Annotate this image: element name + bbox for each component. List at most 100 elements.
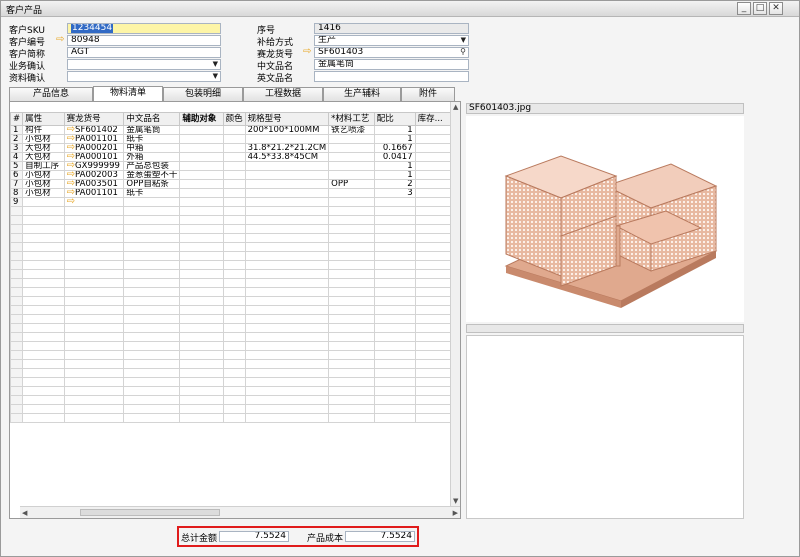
table-cell[interactable] <box>414 305 451 315</box>
table-cell[interactable] <box>63 386 125 396</box>
table-cell[interactable] <box>179 251 224 261</box>
table-cell[interactable] <box>414 179 451 189</box>
table-cell[interactable] <box>244 368 330 378</box>
table-cell[interactable]: 大包材 <box>22 143 65 153</box>
table-cell[interactable]: 3 <box>373 188 416 198</box>
table-cell[interactable]: ⇨PA002003 <box>63 170 125 180</box>
table-cell[interactable]: 1 <box>373 134 416 144</box>
table-cell[interactable] <box>22 224 65 234</box>
business-confirm-select[interactable]: ▼ <box>67 59 221 70</box>
table-cell[interactable] <box>63 395 125 405</box>
row-number-cell[interactable] <box>9 350 24 360</box>
table-cell[interactable]: 200*100*100MM <box>244 125 330 135</box>
table-cell[interactable] <box>222 368 246 378</box>
table-cell[interactable] <box>244 287 330 297</box>
table-cell[interactable]: 小包材 <box>22 170 65 180</box>
table-cell[interactable] <box>244 278 330 288</box>
row-number-cell[interactable] <box>9 224 24 234</box>
empty-row[interactable] <box>9 260 461 270</box>
column-header[interactable]: 辅助对象 <box>179 112 224 126</box>
table-cell[interactable] <box>328 278 375 288</box>
row-number-cell[interactable] <box>9 332 24 342</box>
image-scroll-bar[interactable] <box>466 324 744 333</box>
table-cell[interactable] <box>222 341 246 351</box>
column-header[interactable]: 配比 <box>373 112 416 126</box>
table-cell[interactable] <box>123 215 181 225</box>
table-cell[interactable] <box>123 323 181 333</box>
table-cell[interactable] <box>179 125 224 135</box>
table-cell[interactable] <box>373 332 416 342</box>
empty-row[interactable] <box>9 314 461 324</box>
table-cell[interactable] <box>244 269 330 279</box>
table-cell[interactable] <box>222 125 246 135</box>
table-cell[interactable] <box>179 296 224 306</box>
row-number-cell[interactable]: 7 <box>9 179 24 189</box>
maximize-button[interactable]: □ <box>753 2 767 15</box>
tab-packing[interactable]: 包装明细 <box>163 87 243 101</box>
table-row[interactable]: 6 小包材 ⇨PA002003 金葱蛋塑不干 1 <box>9 170 461 180</box>
table-cell[interactable] <box>373 296 416 306</box>
table-cell[interactable] <box>328 404 375 414</box>
table-cell[interactable] <box>373 395 416 405</box>
table-cell[interactable] <box>244 377 330 387</box>
table-cell[interactable] <box>373 251 416 261</box>
table-cell[interactable] <box>63 269 125 279</box>
empty-row[interactable] <box>9 215 461 225</box>
table-cell[interactable] <box>414 404 451 414</box>
scroll-left-icon[interactable]: ◀ <box>22 509 27 517</box>
table-cell[interactable] <box>22 287 65 297</box>
table-cell[interactable] <box>244 206 330 216</box>
row-number-cell[interactable] <box>9 341 24 351</box>
table-cell[interactable] <box>244 233 330 243</box>
table-cell[interactable] <box>328 368 375 378</box>
table-cell[interactable] <box>328 134 375 144</box>
table-cell[interactable] <box>373 350 416 360</box>
table-cell[interactable] <box>373 413 416 423</box>
empty-row[interactable] <box>9 323 461 333</box>
table-cell[interactable] <box>414 332 451 342</box>
table-row[interactable]: 1 构件 ⇨SF601402 金属笔筒 200*100*100MM 铁艺喷漆 1 <box>9 125 461 135</box>
table-cell[interactable]: ⇨GX999999 <box>63 161 125 171</box>
table-cell[interactable] <box>123 296 181 306</box>
table-cell[interactable] <box>22 305 65 315</box>
empty-row[interactable] <box>9 350 461 360</box>
table-cell[interactable]: 外箱 <box>123 152 181 162</box>
table-cell[interactable] <box>328 233 375 243</box>
table-cell[interactable] <box>244 296 330 306</box>
table-row[interactable]: 8 小包材 ⇨PA001101 纸卡 3 <box>9 188 461 198</box>
empty-row[interactable] <box>9 368 461 378</box>
table-cell[interactable] <box>22 314 65 324</box>
customer-code-field[interactable]: 80948 <box>67 35 221 46</box>
table-cell[interactable]: 1 <box>373 125 416 135</box>
table-cell[interactable] <box>123 350 181 360</box>
table-cell[interactable] <box>222 269 246 279</box>
row-number-cell[interactable] <box>9 368 24 378</box>
column-header[interactable]: 赛龙货号 <box>63 112 125 126</box>
table-cell[interactable] <box>63 278 125 288</box>
table-cell[interactable] <box>414 170 451 180</box>
table-cell[interactable] <box>123 287 181 297</box>
table-cell[interactable] <box>22 368 65 378</box>
table-cell[interactable] <box>179 206 224 216</box>
table-cell[interactable] <box>328 161 375 171</box>
table-cell[interactable] <box>222 413 246 423</box>
table-cell[interactable] <box>414 260 451 270</box>
vertical-scrollbar[interactable]: ▲ ▼ <box>450 102 460 506</box>
table-cell[interactable] <box>123 224 181 234</box>
empty-row[interactable] <box>9 278 461 288</box>
table-cell[interactable] <box>328 242 375 252</box>
table-cell[interactable] <box>222 143 246 153</box>
table-cell[interactable] <box>179 314 224 324</box>
table-cell[interactable] <box>373 377 416 387</box>
table-cell[interactable] <box>179 287 224 297</box>
row-number-cell[interactable] <box>9 278 24 288</box>
table-cell[interactable] <box>244 197 330 207</box>
table-cell[interactable] <box>328 296 375 306</box>
table-cell[interactable] <box>22 206 65 216</box>
table-cell[interactable] <box>179 224 224 234</box>
row-number-cell[interactable] <box>9 323 24 333</box>
empty-row[interactable] <box>9 224 461 234</box>
table-cell[interactable] <box>244 413 330 423</box>
table-cell[interactable] <box>244 224 330 234</box>
table-cell[interactable] <box>22 332 65 342</box>
